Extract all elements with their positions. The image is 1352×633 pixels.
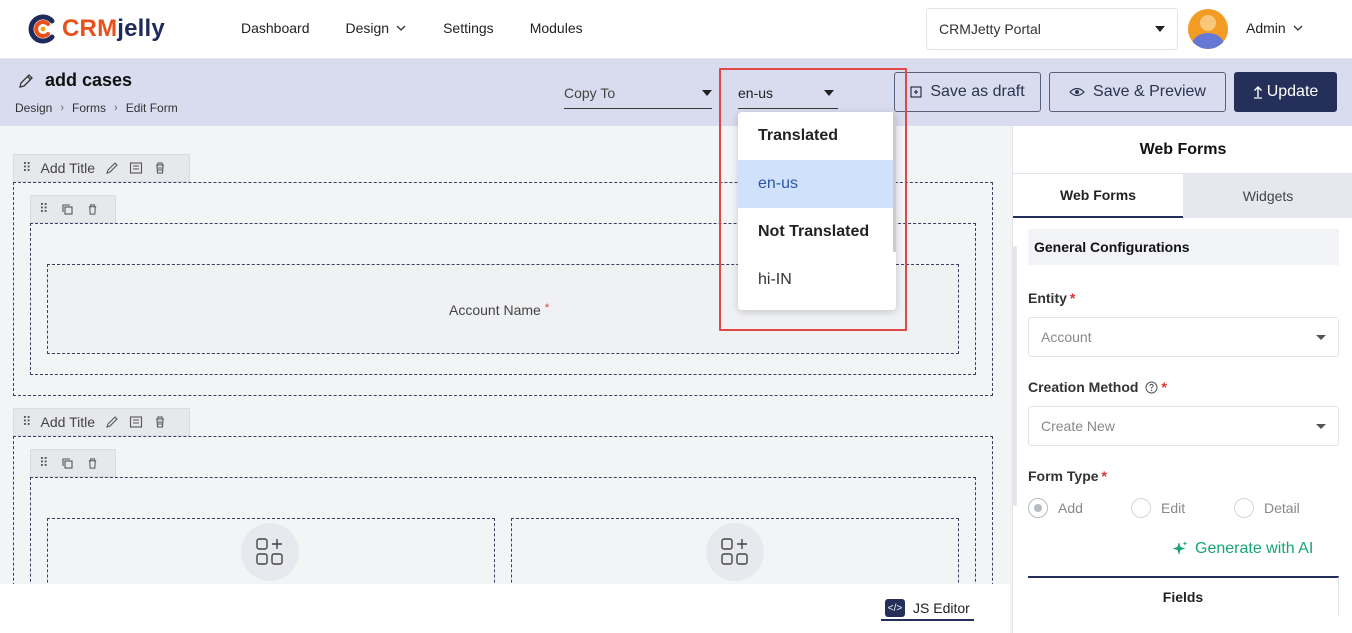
section-toolbar: ⠿ Add Title [13,408,190,436]
chevron-down-icon [1293,25,1303,31]
logo-jelly: jelly [117,15,165,42]
section-title[interactable]: Add Title [41,414,95,430]
nav-dashboard[interactable]: Dashboard [241,20,310,36]
logo-crm: CRM [62,15,118,42]
highlight-box [719,68,907,331]
form-type-radio-group: Add Edit Detail [1028,498,1337,518]
tab-web-forms[interactable]: Web Forms [1013,174,1183,218]
entity-label: Entity * [1028,290,1076,306]
panel-title: Web Forms [1013,126,1352,174]
main-nav: Dashboard Design Settings Modules [241,20,583,36]
creation-method-label: Creation Method * [1028,379,1167,395]
nav-settings[interactable]: Settings [443,20,494,36]
logo[interactable]: CRMjelly [26,10,165,48]
upload-icon [1253,86,1262,99]
chevron-right-icon: › [60,102,65,114]
canvas-footer: </> JS Editor [0,584,1010,633]
caret-down-icon [1316,334,1326,340]
nav-design[interactable]: Design [346,20,408,36]
help-icon[interactable] [1145,381,1158,394]
portal-select-value: CRMJetty Portal [939,21,1041,37]
avatar[interactable] [1188,9,1228,49]
breadcrumb-edit-form: Edit Form [125,101,178,115]
add-field-icon[interactable] [241,523,299,581]
tab-widgets[interactable]: Widgets [1183,174,1352,218]
js-editor-button[interactable]: </> JS Editor [881,597,974,621]
section-title[interactable]: Add Title [41,160,95,176]
save-draft-button[interactable]: Save as draft [894,72,1041,112]
trash-icon[interactable] [153,415,167,429]
update-button[interactable]: Update [1234,72,1337,112]
breadcrumb-forms[interactable]: Forms [72,101,106,115]
breadcrumb: Design › Forms › Edit Form [15,101,178,115]
caret-down-icon [702,89,712,96]
generate-with-ai-button[interactable]: Generate with AI [1171,540,1313,558]
copy-icon[interactable] [61,457,74,470]
portal-select[interactable]: CRMJetty Portal [926,8,1178,50]
field-account-name: Account Name * [449,302,550,318]
row-toolbar: ⠿ [30,449,116,477]
trash-icon[interactable] [86,457,99,470]
drag-handle-icon[interactable]: ⠿ [39,201,49,217]
drag-handle-icon[interactable]: ⠿ [22,414,31,430]
chevron-right-icon: › [114,102,118,114]
eye-icon [1069,87,1085,97]
layout-icon[interactable] [129,161,143,175]
pencil-icon[interactable] [105,415,119,429]
draft-icon [910,86,922,98]
copy-to-select[interactable]: Copy To [564,79,712,109]
caret-down-icon [1316,423,1326,429]
creation-method-select[interactable]: Create New [1028,406,1339,446]
nav-modules[interactable]: Modules [530,20,583,36]
radio-edit[interactable]: Edit [1131,498,1234,518]
page-header: add cases Design › Forms › Edit Form Cop… [0,59,1352,126]
panel-tabs: Web Forms Widgets [1013,174,1352,218]
user-name: Admin [1246,20,1286,36]
pencil-icon[interactable] [17,72,35,90]
breadcrumb-design[interactable]: Design [15,101,52,115]
user-menu[interactable]: Admin [1246,20,1304,36]
add-field-icon[interactable] [706,523,764,581]
radio-detail[interactable]: Detail [1234,498,1337,518]
caret-down-icon [1155,26,1165,32]
drag-handle-icon[interactable]: ⠿ [22,160,31,176]
section-general-configurations: General Configurations [1028,229,1339,265]
section-toolbar: ⠿ Add Title [13,154,190,182]
radio-add[interactable]: Add [1028,498,1131,518]
code-icon: </> [885,599,905,617]
panel-scrollbar[interactable] [1013,246,1017,506]
entity-select[interactable]: Account [1028,317,1339,357]
properties-panel: Web Forms Web Forms Widgets General Conf… [1012,126,1352,633]
logo-icon [26,12,60,46]
save-preview-button[interactable]: Save & Preview [1049,72,1226,112]
row-toolbar: ⠿ [30,195,116,223]
trash-icon[interactable] [153,161,167,175]
form-type-label: Form Type * [1028,468,1107,484]
drag-handle-icon[interactable]: ⠿ [39,455,49,471]
layout-icon[interactable] [129,415,143,429]
top-nav: CRMjelly Dashboard Design Settings Modul… [0,0,1352,59]
copy-icon[interactable] [61,203,74,216]
pencil-icon[interactable] [105,161,119,175]
sparkle-icon [1172,541,1188,555]
trash-icon[interactable] [86,203,99,216]
tab-fields[interactable]: Fields [1028,576,1339,616]
chevron-down-icon [396,25,406,31]
page-title: add cases [45,70,133,90]
